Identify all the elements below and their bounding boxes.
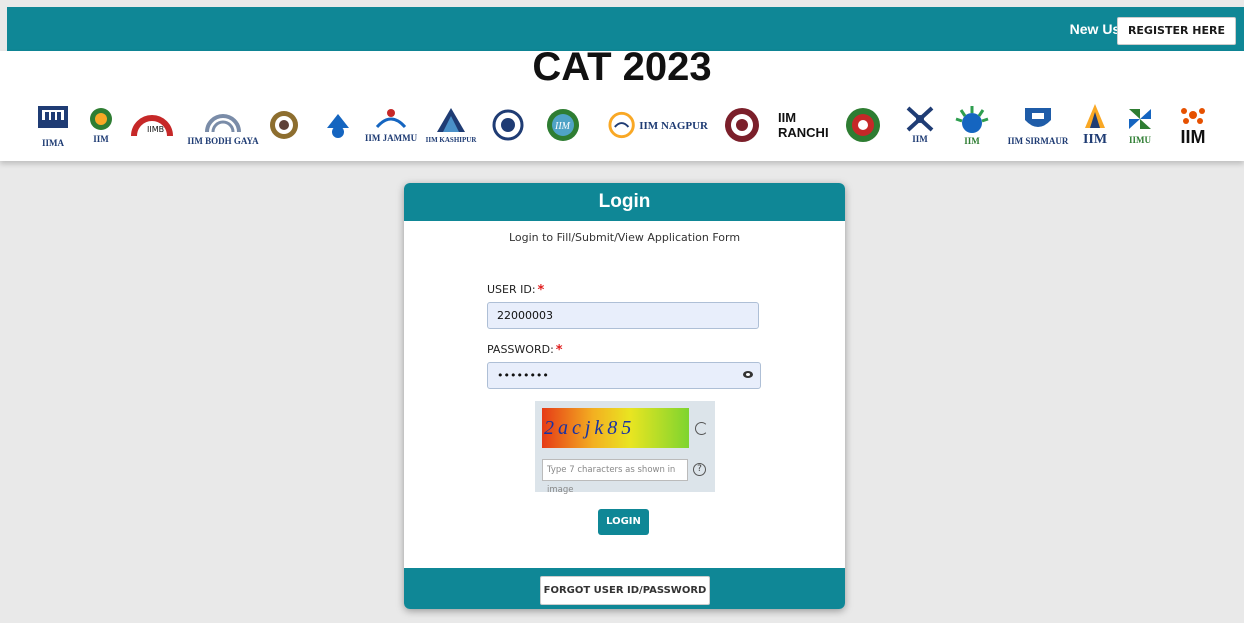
login-card: Login Login to Fill/Submit/View Applicat… xyxy=(404,183,845,609)
login-button[interactable]: LOGIN xyxy=(598,509,649,535)
required-marker: * xyxy=(537,283,545,298)
iimu-logo: IIMU xyxy=(1123,95,1157,155)
iim-bodh-gaya-logo: IIM BODH GAYA xyxy=(187,95,259,155)
captcha-panel: 2acjk85 Type 7 characters as shown in im… xyxy=(535,401,715,495)
captcha-image: 2acjk85 xyxy=(542,408,689,448)
user-id-field[interactable]: 22000003 xyxy=(487,302,759,329)
eye-icon[interactable] xyxy=(743,371,753,378)
password-label: PASSWORD: * xyxy=(487,343,563,358)
required-marker: * xyxy=(555,343,563,358)
iim-nagpur-logo: IIM NAGPUR xyxy=(608,95,708,155)
iim-rohtak-logo xyxy=(843,95,883,155)
iim-amritsar-logo: IIM xyxy=(86,95,116,155)
iim-trichy-logo: IIM xyxy=(1080,95,1110,155)
help-icon[interactable]: ? xyxy=(693,463,706,476)
captcha-input[interactable]: Type 7 characters as shown in image xyxy=(542,459,688,495)
header-banner: CAT 2023 IIMA IIM IIMB IIM BODH GAYA IIM… xyxy=(0,45,1244,161)
password-value: •••••••• xyxy=(497,369,549,382)
refresh-icon[interactable] xyxy=(695,422,708,435)
iim-jammu-logo: IIM JAMMU xyxy=(365,95,417,155)
iim-calcutta-logo xyxy=(266,95,302,155)
iim-indore-logo xyxy=(318,95,358,155)
iimb-logo: IIMB xyxy=(128,95,178,155)
iim-kashipur-logo: IIM KASHIPUR xyxy=(426,95,476,155)
forgot-password-button[interactable]: FORGOT USER ID/PASSWORD xyxy=(540,576,710,605)
iim-sambalpur-logo: IIM xyxy=(900,95,940,155)
iim-raipur-logo xyxy=(722,95,762,155)
iim-shillong-logo: IIM xyxy=(950,95,994,155)
login-heading: Login xyxy=(404,183,845,221)
iim-logo-row: IIMA IIM IIMB IIM BODH GAYA IIM JAMMU II… xyxy=(28,95,1238,157)
page-title: CAT 2023 xyxy=(532,45,712,89)
iim-kozhikode-logo xyxy=(490,95,526,155)
iim-lucknow-logo: IIM xyxy=(543,95,583,155)
user-id-label: USER ID: * xyxy=(487,283,545,298)
register-here-button[interactable]: REGISTER HERE xyxy=(1116,17,1236,45)
login-card-footer: FORGOT USER ID/PASSWORD xyxy=(404,568,845,609)
svg-text:IIM: IIM xyxy=(554,121,571,132)
svg-text:IIMB: IIMB xyxy=(147,125,164,134)
password-field[interactable]: •••••••• xyxy=(487,362,761,389)
iim-sirmaur-logo: IIM SIRMAUR xyxy=(1003,95,1073,155)
iim-visakhapatnam-logo: IIM xyxy=(1173,95,1213,155)
iim-ranchi-logo: IIM RANCHI xyxy=(778,110,829,140)
iima-logo: IIMA xyxy=(33,95,73,155)
login-subtitle: Login to Fill/Submit/View Application Fo… xyxy=(508,231,741,244)
